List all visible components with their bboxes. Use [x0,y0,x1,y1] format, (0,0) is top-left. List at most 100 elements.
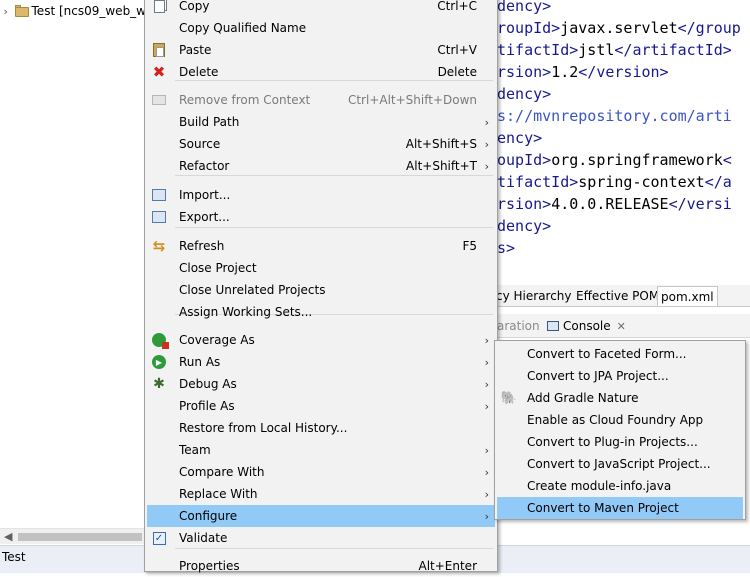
submenu-chevron-icon: › [484,159,489,173]
validate-check-icon: ✓ [149,528,169,548]
editor-tabs: cy Hierarchy Effective POM pom.xml [493,285,750,307]
menu-item-replace-with[interactable]: Replace With › [147,483,495,505]
menu-item-validate[interactable]: ✓ Validate [147,527,495,549]
menu-icon-slot [149,484,169,504]
tab-pom-xml[interactable]: pom.xml [657,286,718,306]
menu-item-shortcut: Alt+Enter [418,559,477,573]
menu-item-close-project[interactable]: Close Project [147,257,495,279]
tree-item-project[interactable]: › Test [ncs09_web_w [0,2,146,20]
submenu-item-convert-to-plugin-projects[interactable]: Convert to Plug-in Projects... [497,431,743,453]
code-line: ency> [497,127,542,149]
console-icon [547,321,559,331]
submenu-item-label: Convert to Faceted Form... [527,347,687,361]
code-token: dency> [497,0,552,15]
menu-icon-slot [499,476,519,496]
menu-item-label: Profile As [179,399,235,413]
menu-item-restore-from-local-history[interactable]: Restore from Local History... [147,417,495,439]
menu-item-build-path[interactable]: Build Path › [147,111,495,133]
submenu-chevron-icon: › [484,333,489,347]
code-token: spring-context [578,173,705,191]
tab-declaration[interactable]: aration [497,317,540,335]
submenu-chevron-icon: › [484,377,489,391]
menu-item-profile-as[interactable]: Profile As › [147,395,495,417]
menu-icon-slot [149,134,169,154]
menu-item-assign-working-sets[interactable]: Assign Working Sets... [147,301,495,323]
scrollbar-thumb[interactable] [18,533,142,541]
import-icon [149,185,169,205]
menu-item-export[interactable]: Export... [147,206,495,228]
tab-effective-pom[interactable]: Effective POM [573,286,664,306]
menu-icon-slot [149,112,169,132]
menu-item-run-as[interactable]: ▶ Run As › [147,351,495,373]
tab-console[interactable]: Console ✕ [547,317,626,335]
menu-icon-slot [149,556,169,576]
menu-icon-slot [149,462,169,482]
project-folder-icon [15,4,30,18]
menu-item-label: Copy [179,0,210,13]
menu-icon-slot [149,18,169,38]
menu-item-coverage-as[interactable]: Coverage As › [147,329,495,351]
menu-icon-slot [149,302,169,322]
menu-item-refresh[interactable]: ⇆ Refresh F5 [147,235,495,257]
menu-item-configure[interactable]: Configure › [147,505,495,527]
submenu-item-enable-cloud-foundry-app[interactable]: Enable as Cloud Foundry App [497,409,743,431]
menu-item-source[interactable]: Source Alt+Shift+S › [147,133,495,155]
code-line: rsion>4.0.0.RELEASE</versi [497,193,732,215]
submenu-item-label: Convert to Plug-in Projects... [527,435,698,449]
code-token: javax.servlet [560,19,678,37]
project-label: Test [ncs09_web_w [31,4,146,18]
menu-item-label: Refactor [179,159,230,173]
horizontal-scrollbar[interactable]: ◀ [0,528,146,544]
menu-item-team[interactable]: Team › [147,439,495,461]
code-token: roupId> [497,19,561,37]
coverage-icon [149,330,169,350]
submenu-item-create-module-info[interactable]: Create module-info.java [497,475,743,497]
menu-item-properties[interactable]: Properties Alt+Enter [147,555,495,577]
menu-item-paste[interactable]: Paste Ctrl+V [147,39,495,61]
code-line: tifactId>spring-context</a [497,171,732,193]
menu-item-compare-with[interactable]: Compare With › [147,461,495,483]
code-token: 1.2 [551,63,579,81]
menu-item-label: Coverage As [179,333,255,347]
menu-item-import[interactable]: Import... [147,184,495,206]
submenu-item-label: Convert to Maven Project [527,501,679,515]
code-line: s://mvnrepository.com/arti [497,105,732,127]
scroll-left-icon[interactable]: ◀ [4,530,12,543]
menu-item-debug-as[interactable]: ✱ Debug As › [147,373,495,395]
code-token: tifactId> [497,41,579,59]
submenu-chevron-icon: › [484,115,489,129]
submenu-item-add-gradle-nature[interactable]: 🐘 Add Gradle Nature [497,387,743,409]
menu-item-copy[interactable]: Copy Ctrl+C [147,0,495,17]
submenu-item-convert-to-javascript-project[interactable]: Convert to JavaScript Project... [497,453,743,475]
menu-item-shortcut: Ctrl+Alt+Shift+Down [347,93,477,107]
tab-console-label: Console [563,319,611,333]
pom-editor[interactable]: dency> roupId>javax.servlet</group tifactI… [497,0,750,270]
views-tabbar: aration Console ✕ [497,314,750,338]
menu-item-label: Replace With [179,487,258,501]
menu-item-label: Delete [179,65,219,79]
menu-item-label: Close Project [179,261,257,275]
menu-item-label: Configure [179,509,238,523]
submenu-item-convert-to-faceted-form[interactable]: Convert to Faceted Form... [497,343,743,365]
menu-item-remove-from-context: Remove from Context Ctrl+Alt+Shift+Down [147,89,495,111]
submenu-item-convert-to-jpa-project[interactable]: Convert to JPA Project... [497,365,743,387]
menu-item-close-unrelated-projects[interactable]: Close Unrelated Projects [147,279,495,301]
menu-item-delete[interactable]: ✖ Delete Delete [147,61,495,83]
code-token: rsion> [497,195,552,213]
menu-item-refactor[interactable]: Refactor Alt+Shift+T › [147,155,495,177]
code-line: dency> [497,0,551,17]
submenu-chevron-icon: › [484,443,489,457]
menu-icon-slot [149,156,169,176]
submenu-chevron-icon: › [484,137,489,151]
menu-item-shortcut: F5 [462,239,477,253]
menu-icon-slot [149,440,169,460]
submenu-item-convert-to-maven-project[interactable]: Convert to Maven Project [497,497,743,519]
code-token: </artifactId> [614,41,732,59]
export-icon [149,207,169,227]
menu-item-shortcut: Ctrl+C [437,0,477,13]
menu-item-copy-qualified-name[interactable]: Copy Qualified Name [147,17,495,39]
expand-chevron-icon[interactable]: › [0,5,11,18]
tab-dependency-hierarchy[interactable]: cy Hierarchy [493,286,576,306]
code-token: </a [704,173,732,191]
close-icon[interactable]: ✕ [617,320,626,333]
